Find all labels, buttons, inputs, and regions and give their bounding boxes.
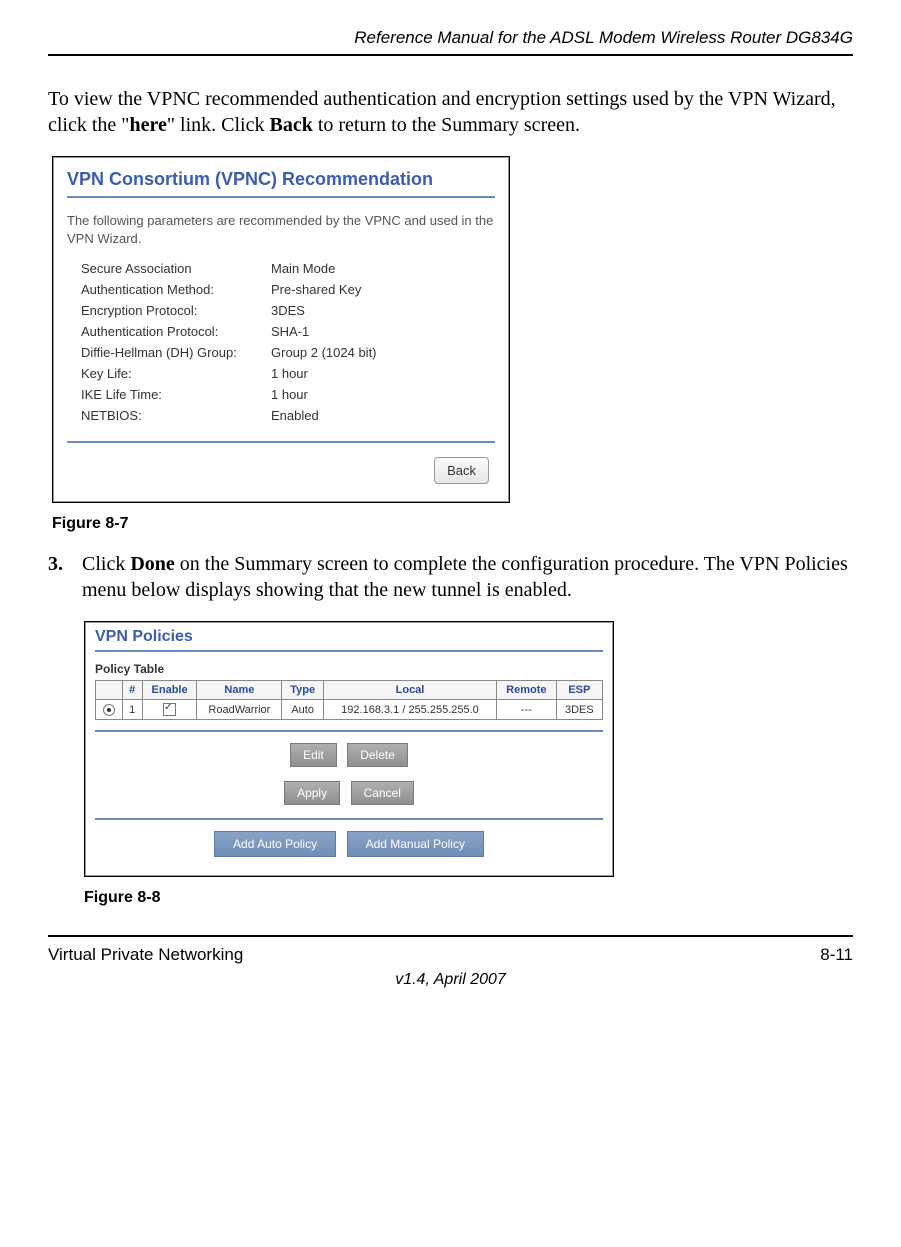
figure-caption-2: Figure 8-8 — [84, 889, 853, 907]
intro-paragraph: To view the VPNC recommended authenticat… — [48, 86, 853, 138]
divider — [67, 196, 495, 198]
param-row: Authentication Protocol:SHA-1 — [67, 324, 495, 339]
param-row: IKE Life Time:1 hour — [67, 387, 495, 402]
table-header-row: # Enable Name Type Local Remote ESP — [96, 681, 603, 700]
vpnc-screenshot: VPN Consortium (VPNC) Recommendation The… — [52, 156, 510, 503]
intro-text-mid: " link. Click — [167, 114, 270, 136]
step3-post: on the Summary screen to complete the co… — [82, 553, 848, 601]
param-key: Key Life: — [81, 366, 271, 381]
col-radio — [96, 681, 123, 700]
param-value: 3DES — [271, 303, 495, 318]
divider — [67, 441, 495, 443]
row-enable[interactable] — [142, 700, 197, 720]
vpnc-title: VPN Consortium (VPNC) Recommendation — [67, 169, 495, 190]
param-key: IKE Life Time: — [81, 387, 271, 402]
row-num: 1 — [122, 700, 142, 720]
param-key: Diffie-Hellman (DH) Group: — [81, 345, 271, 360]
col-remote: Remote — [496, 681, 556, 700]
param-key: NETBIOS: — [81, 408, 271, 423]
row-type: Auto — [282, 700, 324, 720]
vpn-policies-screenshot: VPN Policies Policy Table # Enable Name … — [84, 621, 614, 877]
param-row: Diffie-Hellman (DH) Group:Group 2 (1024 … — [67, 345, 495, 360]
add-manual-policy-button[interactable]: Add Manual Policy — [347, 831, 484, 857]
vpnc-intro: The following parameters are recommended… — [67, 212, 495, 247]
apply-button[interactable]: Apply — [284, 781, 340, 805]
col-enable: Enable — [142, 681, 197, 700]
page-footer: Virtual Private Networking 8-11 — [48, 935, 853, 965]
step-3: 3. Click Done on the Summary screen to c… — [48, 551, 853, 603]
param-value: 1 hour — [271, 387, 495, 402]
step-number: 3. — [48, 551, 82, 603]
back-button[interactable]: Back — [434, 457, 489, 484]
row-remote: --- — [496, 700, 556, 720]
param-row: Secure AssociationMain Mode — [67, 261, 495, 276]
step-text: Click Done on the Summary screen to comp… — [82, 551, 853, 603]
divider — [95, 818, 603, 820]
param-value: Enabled — [271, 408, 495, 423]
row-radio[interactable] — [96, 700, 123, 720]
param-key: Secure Association — [81, 261, 271, 276]
back-bold: Back — [269, 114, 312, 136]
divider — [95, 650, 603, 652]
col-num: # — [122, 681, 142, 700]
radio-icon — [103, 704, 115, 716]
checkbox-icon — [163, 703, 176, 716]
row-name-cell: RoadWarrior — [197, 700, 282, 720]
footer-center: v1.4, April 2007 — [48, 971, 853, 989]
param-key: Encryption Protocol: — [81, 303, 271, 318]
param-value: Main Mode — [271, 261, 495, 276]
row-esp: 3DES — [556, 700, 602, 720]
divider — [95, 730, 603, 732]
footer-left: Virtual Private Networking — [48, 945, 243, 965]
button-row-3: Add Auto Policy Add Manual Policy — [95, 828, 603, 860]
col-name: Name — [197, 681, 282, 700]
done-bold: Done — [130, 553, 174, 575]
cancel-button[interactable]: Cancel — [351, 781, 414, 805]
intro-text-post: to return to the Summary screen. — [313, 114, 580, 136]
here-link: here — [129, 114, 166, 136]
param-value: SHA-1 — [271, 324, 495, 339]
param-key: Authentication Protocol: — [81, 324, 271, 339]
param-value: Group 2 (1024 bit) — [271, 345, 495, 360]
add-auto-policy-button[interactable]: Add Auto Policy — [214, 831, 336, 857]
param-row: Authentication Method:Pre-shared Key — [67, 282, 495, 297]
param-value: Pre-shared Key — [271, 282, 495, 297]
param-row: Encryption Protocol:3DES — [67, 303, 495, 318]
step3-pre: Click — [82, 553, 130, 575]
page-header: Reference Manual for the ADSL Modem Wire… — [48, 28, 853, 56]
edit-button[interactable]: Edit — [290, 743, 337, 767]
col-local: Local — [324, 681, 497, 700]
table-row: 1 RoadWarrior Auto 192.168.3.1 / 255.255… — [96, 700, 603, 720]
param-row: NETBIOS:Enabled — [67, 408, 495, 423]
row-local: 192.168.3.1 / 255.255.255.0 — [324, 700, 497, 720]
param-value: 1 hour — [271, 366, 495, 381]
policy-table: # Enable Name Type Local Remote ESP 1 Ro… — [95, 680, 603, 720]
button-row-2: Apply Cancel — [95, 778, 603, 808]
button-row-1: Edit Delete — [95, 740, 603, 770]
figure-caption-1: Figure 8-7 — [52, 515, 853, 533]
param-key: Authentication Method: — [81, 282, 271, 297]
footer-right: 8-11 — [820, 945, 853, 965]
col-type: Type — [282, 681, 324, 700]
policy-table-subhead: Policy Table — [95, 662, 603, 676]
col-esp: ESP — [556, 681, 602, 700]
vpn-policies-title: VPN Policies — [95, 628, 603, 646]
delete-button[interactable]: Delete — [347, 743, 408, 767]
param-row: Key Life:1 hour — [67, 366, 495, 381]
